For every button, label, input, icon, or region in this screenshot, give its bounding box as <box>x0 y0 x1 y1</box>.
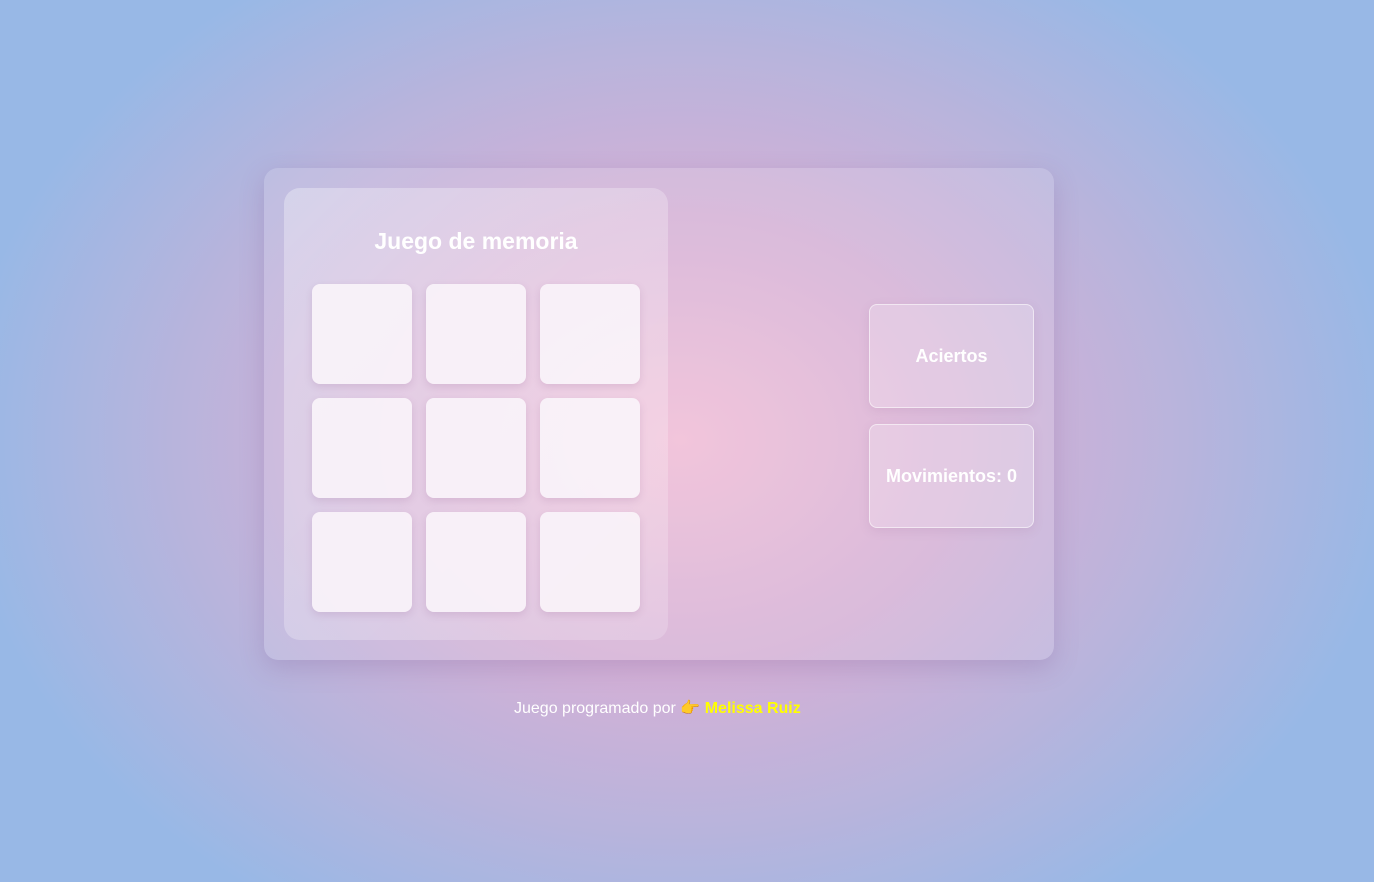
game-board: Juego de memoria <box>284 188 668 640</box>
memory-card[interactable] <box>426 512 526 612</box>
hits-counter: Aciertos <box>869 304 1034 408</box>
game-container: Juego de memoria Aciertos Movimientos: 0 <box>264 168 1054 660</box>
memory-card[interactable] <box>312 284 412 384</box>
memory-card[interactable] <box>426 284 526 384</box>
card-grid <box>312 284 640 612</box>
memory-card[interactable] <box>540 284 640 384</box>
memory-card[interactable] <box>312 398 412 498</box>
game-title: Juego de memoria <box>374 228 578 254</box>
pointing-hand-icon: 👉 <box>680 700 701 717</box>
memory-card[interactable] <box>312 512 412 612</box>
footer-text: Juego programado por <box>514 700 676 717</box>
memory-card[interactable] <box>540 398 640 498</box>
memory-card[interactable] <box>426 398 526 498</box>
author-name: Melissa Ruiz <box>704 700 801 717</box>
memory-card[interactable] <box>540 512 640 612</box>
moves-counter: Movimientos: 0 <box>869 424 1034 528</box>
